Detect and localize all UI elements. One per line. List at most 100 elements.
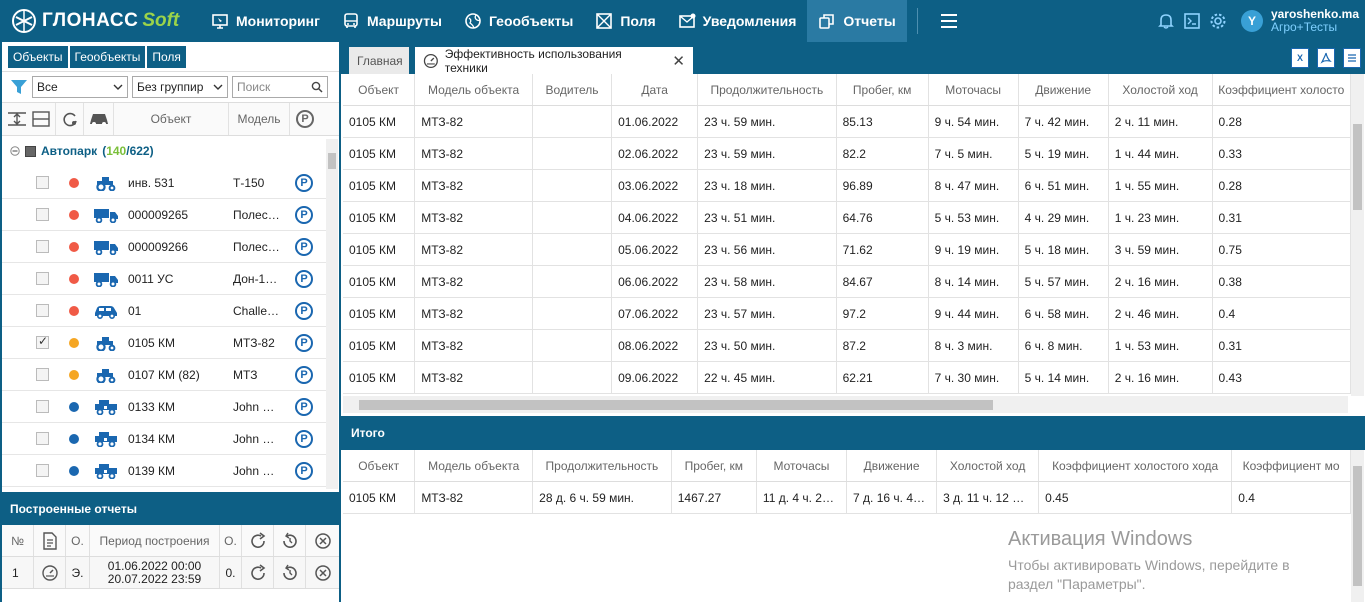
column-period[interactable]: Период построения: [90, 525, 220, 556]
built-report-row[interactable]: 1 Э. 01.06.2022 00:00 20.07.2022 23:59 0…: [2, 557, 339, 589]
close-icon[interactable]: ✕: [672, 52, 685, 70]
refresh-status-icon[interactable]: [61, 110, 79, 128]
table-row[interactable]: 0105 КМ МТЗ-82 04.06.2022 23 ч. 51 мин. 64.7…: [343, 202, 1351, 234]
object-checkbox[interactable]: [36, 334, 49, 349]
object-checkbox[interactable]: [36, 208, 49, 221]
parking-icon[interactable]: P: [295, 269, 313, 288]
parking-icon[interactable]: P: [295, 301, 313, 320]
column-idle-ratio[interactable]: Коэффициент холосто: [1213, 74, 1351, 105]
nav-reports[interactable]: Отчеты: [807, 0, 907, 42]
table-row[interactable]: 0105 КМ МТЗ-82 08.06.2022 23 ч. 50 мин. 87.2…: [343, 330, 1351, 362]
table-row[interactable]: 0105 КМ МТЗ-82 06.06.2022 23 ч. 58 мин. 84.6…: [343, 266, 1351, 298]
logo[interactable]: ГЛОНАСС Soft: [0, 0, 200, 42]
table-row[interactable]: 0105 КМ МТЗ-82 05.06.2022 23 ч. 56 мин. 71.6…: [343, 234, 1351, 266]
object-checkbox[interactable]: [36, 432, 49, 445]
object-row[interactable]: 0134 КМ John … P: [2, 423, 326, 455]
parking-icon[interactable]: P: [295, 429, 313, 448]
object-row[interactable]: 000009265 Полес… P: [2, 199, 326, 231]
column-date[interactable]: Дата: [612, 74, 699, 105]
tab-fields[interactable]: Поля: [147, 45, 186, 68]
column-o2[interactable]: О.: [220, 525, 242, 556]
filter-select[interactable]: Все: [32, 76, 128, 98]
column-idle[interactable]: Холостой ход: [1109, 74, 1213, 105]
tab-geoobjects[interactable]: Геообъекты: [69, 45, 146, 68]
parking-icon[interactable]: P: [295, 173, 313, 192]
column-engine-hours[interactable]: Моточасы: [757, 450, 847, 481]
pdf-export-icon[interactable]: [1317, 48, 1335, 68]
avatar[interactable]: Y: [1240, 10, 1263, 32]
object-checkbox[interactable]: [36, 368, 49, 381]
object-checkbox[interactable]: [36, 176, 49, 189]
column-o1[interactable]: О.: [66, 525, 90, 556]
column-engine-ratio[interactable]: Коэффициент мо: [1232, 450, 1351, 481]
column-mileage[interactable]: Пробег, км: [837, 74, 929, 105]
object-checkbox[interactable]: [36, 400, 49, 413]
expand-rows-icon[interactable]: [31, 110, 51, 128]
report-table-vscroll-thumb[interactable]: [1353, 124, 1362, 210]
object-row[interactable]: 000009266 Полес… P: [2, 231, 326, 263]
objects-scrollbar-thumb[interactable]: [328, 153, 336, 169]
column-object[interactable]: Объект: [114, 103, 229, 135]
nav-routes[interactable]: Маршруты: [331, 0, 453, 42]
totals-vscroll[interactable]: [1351, 450, 1364, 602]
column-idle[interactable]: Холостой ход: [937, 450, 1040, 481]
redo-icon[interactable]: [249, 563, 267, 582]
totals-vscroll-thumb[interactable]: [1353, 466, 1362, 586]
parking-icon[interactable]: P: [295, 461, 313, 480]
column-model[interactable]: Модель объекта: [415, 450, 534, 481]
grouping-select[interactable]: Без группир: [132, 76, 228, 98]
column-duration[interactable]: Продолжительность: [533, 450, 672, 481]
object-row[interactable]: 0107 КМ (82) МТЗ P: [2, 359, 326, 391]
column-model[interactable]: Модель: [229, 103, 290, 135]
object-row[interactable]: 0133 КМ John … P: [2, 391, 326, 423]
object-row[interactable]: 0105 КМ МТЗ-82 P: [2, 327, 326, 359]
collapse-icon[interactable]: [10, 146, 20, 156]
gear-icon[interactable]: [1209, 12, 1227, 30]
column-engine-hours[interactable]: Моточасы: [929, 74, 1019, 105]
column-driver[interactable]: Водитель: [533, 74, 613, 105]
column-mileage[interactable]: Пробег, км: [672, 450, 757, 481]
document-export-icon[interactable]: [1343, 48, 1361, 68]
table-row[interactable]: 0105 КМ МТЗ-82 03.06.2022 23 ч. 18 мин. 96.8…: [343, 170, 1351, 202]
user-info[interactable]: yaroshenko.ma Агро+Тесты: [1271, 8, 1359, 34]
column-idle-ratio[interactable]: Коэффициент холостого хода: [1039, 450, 1233, 481]
history-icon[interactable]: [281, 564, 299, 582]
object-row[interactable]: 0139 КМ John … P: [2, 455, 326, 487]
report-table-hscroll-thumb[interactable]: [359, 400, 993, 410]
filter-icon[interactable]: [10, 78, 28, 96]
parking-icon[interactable]: P: [295, 397, 313, 416]
column-object[interactable]: Объект: [343, 74, 416, 105]
column-movement[interactable]: Движение: [847, 450, 938, 481]
object-checkbox[interactable]: [36, 272, 49, 285]
table-row[interactable]: 0105 КМ МТЗ-82 01.06.2022 23 ч. 59 мин. 85.1…: [343, 106, 1351, 138]
column-model[interactable]: Модель объекта: [415, 74, 533, 105]
tab-objects[interactable]: Объекты: [8, 45, 68, 68]
report-table-vscroll[interactable]: [1351, 74, 1364, 396]
parking-icon[interactable]: P: [295, 333, 313, 352]
terminal-icon[interactable]: [1183, 12, 1201, 30]
nav-notifications[interactable]: Уведомления: [667, 0, 808, 42]
table-row[interactable]: 0105 КМ МТЗ-82 07.06.2022 23 ч. 57 мин. 97.2…: [343, 298, 1351, 330]
nav-monitoring[interactable]: Мониторинг: [200, 0, 331, 42]
parking-icon[interactable]: P: [295, 365, 313, 384]
table-row[interactable]: 0105 КМ МТЗ-82 09.06.2022 22 ч. 45 мин. 62.2…: [343, 362, 1351, 394]
close-circle-icon[interactable]: [314, 532, 332, 550]
search-input[interactable]: Поиск: [232, 76, 328, 98]
tab-efficiency-report[interactable]: Эффективность использования техники ✕: [415, 47, 693, 75]
column-number[interactable]: №: [2, 525, 34, 556]
excel-export-icon[interactable]: X: [1291, 48, 1309, 68]
group-row[interactable]: Автопарк (140/622): [2, 136, 339, 166]
parking-icon[interactable]: P: [295, 205, 313, 224]
column-duration[interactable]: Продолжительность: [698, 74, 837, 105]
collapse-rows-icon[interactable]: [7, 110, 27, 128]
bell-icon[interactable]: [1157, 12, 1175, 30]
column-object[interactable]: Объект: [343, 450, 416, 481]
object-row[interactable]: 01 Challe… P: [2, 295, 326, 327]
tab-main[interactable]: Главная: [349, 47, 409, 74]
nav-geoobjects[interactable]: Геообъекты: [453, 0, 584, 42]
object-checkbox[interactable]: [36, 240, 49, 253]
menu-button[interactable]: [928, 13, 970, 29]
parking-icon[interactable]: P: [295, 237, 313, 256]
report-table-hscroll[interactable]: [343, 396, 1348, 413]
nav-fields[interactable]: Поля: [584, 0, 666, 42]
